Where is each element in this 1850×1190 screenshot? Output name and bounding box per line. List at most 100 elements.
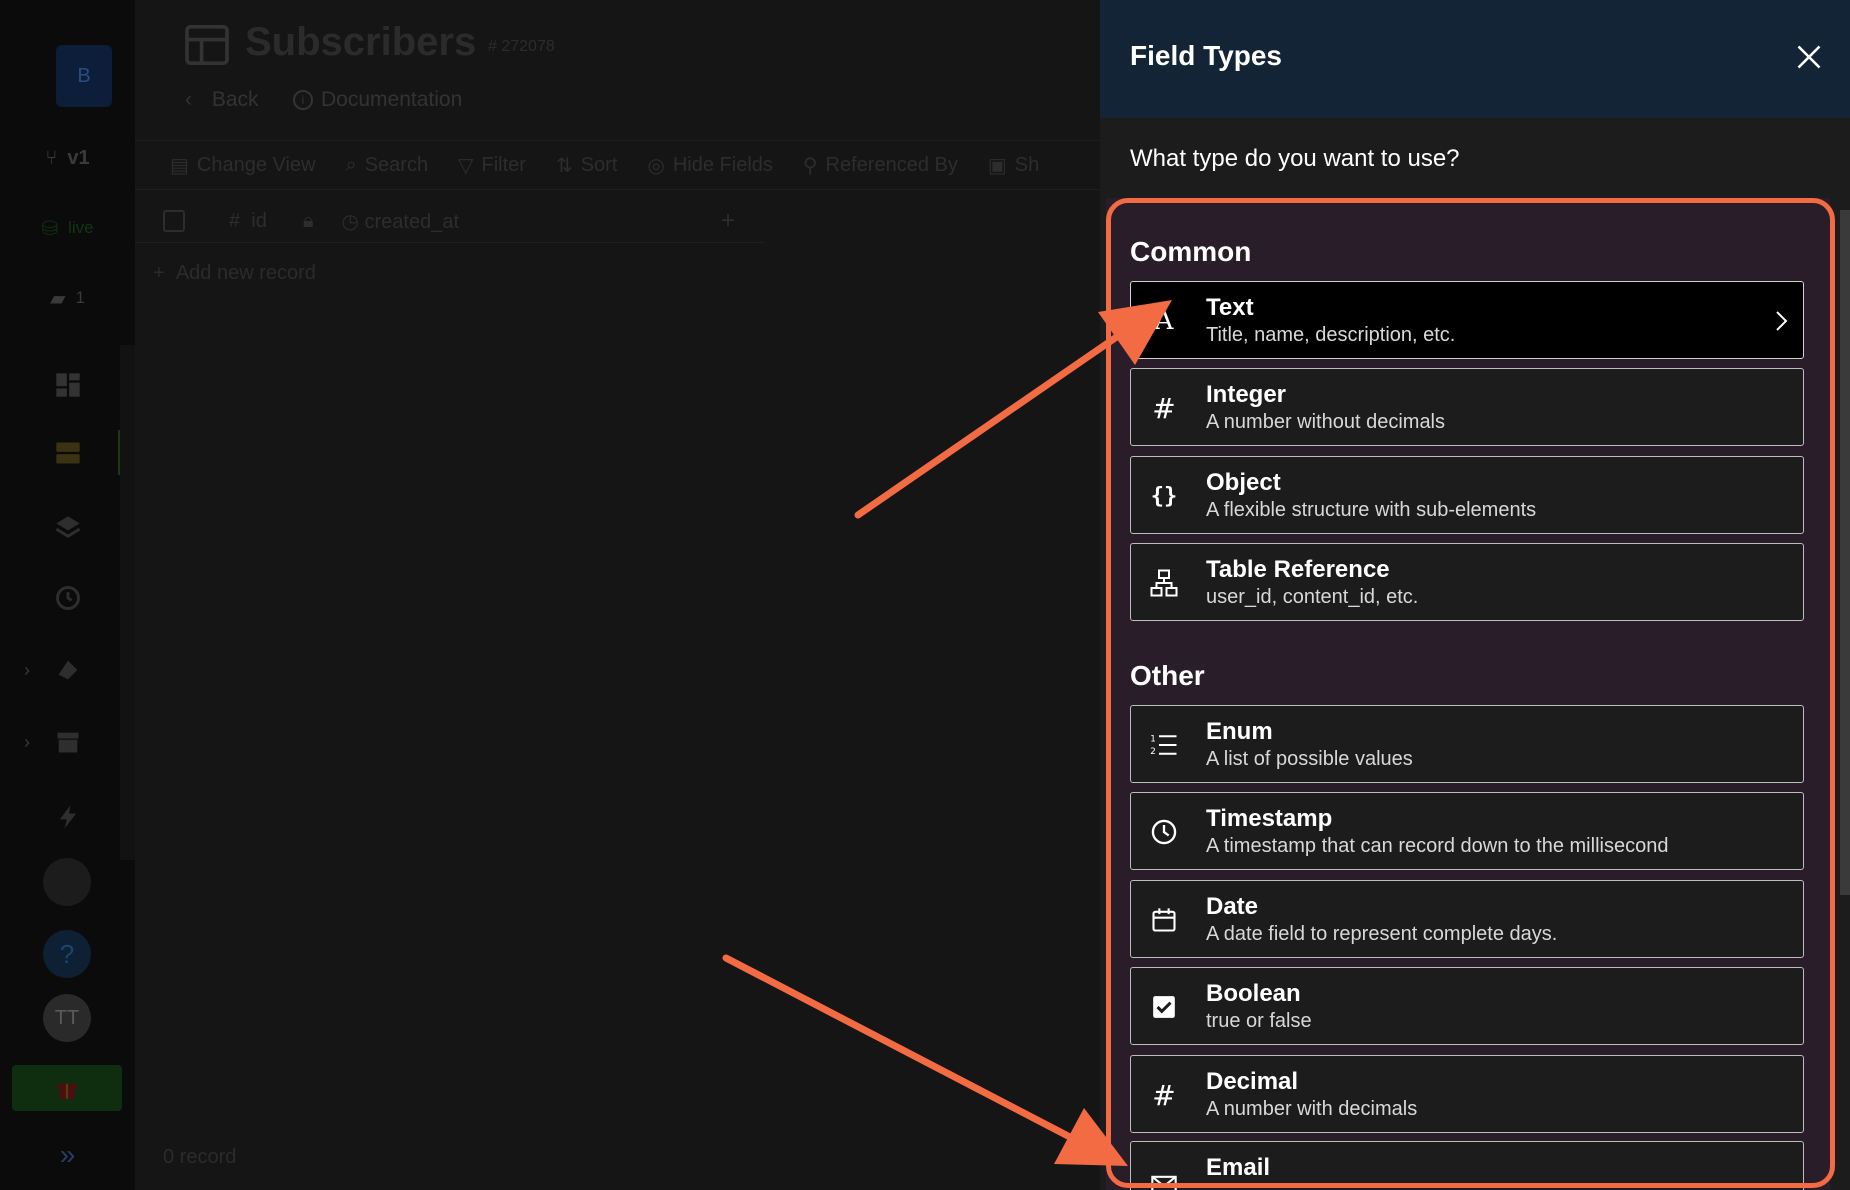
filter-button[interactable]: ▽ Filter — [458, 153, 526, 178]
left-sidebar: B ⑂ v1 ⛁ live ▰ 1 › › ? TT » — [0, 0, 135, 1190]
field-type-table-reference[interactable]: Table Reference user_id, content_id, etc… — [1130, 543, 1804, 621]
database-icon: ⛁ — [41, 217, 59, 240]
add-record-button[interactable]: + Add new record — [153, 262, 316, 285]
chevron-right-icon: › — [24, 659, 30, 680]
field-type-desc: A number without decimals — [1206, 411, 1446, 433]
sidebar-divider — [120, 345, 135, 860]
field-type-label: Email — [1206, 1154, 1271, 1181]
table-reference-icon — [1147, 566, 1181, 600]
chevron-right-icon: › — [24, 731, 30, 752]
branch-selector[interactable]: ⑂ v1 — [0, 140, 135, 176]
column-id-label: id — [251, 209, 267, 232]
svg-text:1: 1 — [1150, 734, 1156, 744]
back-link[interactable]: ‹ Back — [185, 88, 259, 112]
megaphone-icon[interactable] — [43, 858, 91, 906]
field-type-decimal[interactable]: # Decimal A number with decimals — [1130, 1055, 1804, 1133]
gift-button[interactable] — [12, 1065, 122, 1111]
field-type-text[interactable]: A Text Title, name, description, etc. — [1130, 281, 1804, 359]
history-nav[interactable] — [0, 578, 135, 618]
documentation-label: Documentation — [321, 88, 463, 111]
puzzle-icon — [58, 660, 77, 680]
hide-fields-button[interactable]: ◎ Hide Fields — [647, 153, 773, 178]
field-type-desc: A timestamp that can record down to the … — [1206, 835, 1669, 857]
addons-nav[interactable]: › — [0, 650, 135, 690]
scrollbar[interactable] — [1840, 210, 1850, 895]
field-type-desc: A date field to represent complete days. — [1206, 923, 1558, 945]
add-record-label: Add new record — [175, 262, 316, 284]
field-type-label: Text — [1206, 294, 1254, 321]
field-type-object[interactable]: {} Object A flexible structure with sub-… — [1130, 456, 1804, 534]
clock-icon — [1147, 815, 1181, 849]
add-column-icon[interactable]: + — [721, 207, 735, 235]
column-id[interactable]: # id — [229, 210, 267, 233]
main-content: Subscribers # 272078 ‹ Back i Documentat… — [135, 0, 1100, 1190]
search-icon: ⌕ — [345, 153, 357, 176]
chevron-left-icon: ‹ — [185, 88, 192, 111]
change-view-label: Change View — [196, 153, 316, 176]
datasource-selector[interactable]: ⛁ live — [0, 210, 135, 246]
field-type-label: Timestamp — [1206, 805, 1333, 832]
marketplace-nav[interactable]: › — [0, 722, 135, 762]
comments-count: 1 — [75, 288, 85, 307]
field-types-drawer: Field Types What type do you want to use… — [1100, 0, 1850, 1190]
column-created-at[interactable]: ◷ created_at — [341, 209, 459, 234]
functions-nav[interactable] — [0, 797, 135, 837]
braces-icon: {} — [1150, 483, 1178, 509]
help-icon[interactable]: ? — [43, 930, 91, 978]
workspace-avatar[interactable]: B — [56, 45, 112, 107]
field-type-enum[interactable]: 12 Enum A list of possible values — [1130, 705, 1804, 783]
table-icon — [185, 25, 229, 65]
back-label: Back — [211, 88, 259, 111]
table-id: # 272078 — [488, 38, 555, 55]
field-type-date[interactable]: Date A date field to represent complete … — [1130, 880, 1804, 958]
field-type-label: Enum — [1206, 718, 1273, 745]
search-label: Search — [364, 153, 429, 176]
field-type-label: Table Reference — [1206, 556, 1390, 583]
field-type-label: Integer — [1206, 381, 1287, 408]
reference-icon: ⚲ — [802, 154, 818, 177]
dashboard-icon — [55, 373, 80, 397]
dashboard-nav[interactable] — [0, 365, 135, 405]
referenced-by-label: Referenced By — [825, 153, 958, 176]
chevron-right-icon — [1776, 311, 1788, 331]
history-icon — [55, 586, 80, 610]
table-toolbar: ▤ Change View ⌕ Search ▽ Filter ⇅ Sort ◎ Hide… — [135, 140, 1100, 190]
drawer-header: Field Types — [1100, 0, 1850, 118]
close-button[interactable] — [1790, 38, 1828, 76]
select-all-checkbox[interactable] — [163, 210, 185, 232]
checkbox-icon — [1147, 990, 1181, 1024]
view-icon: ▤ — [170, 154, 189, 177]
expand-sidebar-icon[interactable]: » — [0, 1135, 135, 1175]
clock-icon: ◷ — [341, 210, 359, 233]
user-avatar[interactable]: TT — [43, 994, 91, 1042]
share-icon: ▣ — [987, 154, 1007, 177]
field-type-timestamp[interactable]: Timestamp A timestamp that can record do… — [1130, 792, 1804, 870]
referenced-by-button[interactable]: ⚲ Referenced By — [803, 153, 958, 178]
filter-icon: ▽ — [458, 154, 474, 177]
column-created-at-label: created_at — [364, 210, 459, 233]
sort-label: Sort — [580, 153, 618, 176]
field-type-email[interactable]: Email — [1130, 1141, 1804, 1190]
filter-label: Filter — [481, 153, 526, 176]
store-icon — [57, 732, 78, 753]
sort-button[interactable]: ⇅ Sort — [556, 153, 617, 178]
share-button[interactable]: ▣ Sh — [988, 153, 1039, 178]
api-nav[interactable] — [0, 508, 135, 548]
field-type-integer[interactable]: # Integer A number without decimals — [1130, 368, 1804, 446]
sort-icon: ⇅ — [555, 154, 573, 177]
database-nav[interactable] — [0, 433, 135, 473]
field-type-label: Boolean — [1206, 980, 1301, 1007]
field-type-list: Common A Text Title, name, description, … — [1106, 198, 1830, 1190]
documentation-link[interactable]: i Documentation — [293, 88, 462, 112]
search-button[interactable]: ⌕ Search — [346, 154, 429, 177]
field-type-label: Decimal — [1206, 1068, 1299, 1095]
change-view-button[interactable]: ▤ Change View — [170, 153, 316, 178]
section-title-other: Other — [1130, 660, 1205, 691]
field-type-desc: Title, name, description, etc. — [1206, 324, 1456, 346]
section-title-common: Common — [1130, 236, 1252, 267]
comments-button[interactable]: ▰ 1 — [0, 280, 135, 316]
field-type-boolean[interactable]: Boolean true or false — [1130, 967, 1804, 1045]
page-title: Subscribers — [245, 20, 477, 64]
branch-icon: ⑂ — [45, 146, 58, 169]
gift-icon — [57, 1083, 77, 1099]
